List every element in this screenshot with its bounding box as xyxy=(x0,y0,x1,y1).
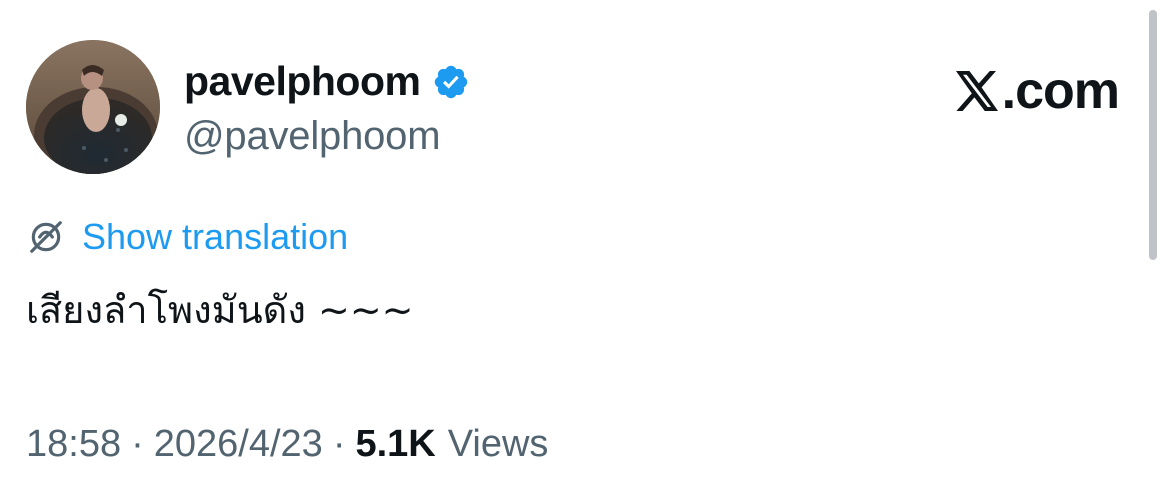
tweet-text: เสียงลำโพงมันดัง ~~~ xyxy=(26,288,414,332)
display-name[interactable]: pavelphoom xyxy=(184,56,421,106)
show-translation-link[interactable]: Show translation xyxy=(82,215,348,259)
views-label[interactable]: Views xyxy=(448,420,549,468)
profile-photo xyxy=(26,40,160,174)
show-translation[interactable]: Show translation xyxy=(26,215,348,259)
tweet-time[interactable]: 18:58 xyxy=(26,420,121,468)
x-brand: .com xyxy=(952,60,1120,122)
tweet-date[interactable]: 2026/4/23 xyxy=(154,420,323,468)
author-handle[interactable]: @pavelphoom xyxy=(184,112,441,160)
brand-domain: .com xyxy=(1001,62,1120,120)
x-logo-icon xyxy=(952,67,1000,115)
globe-icon xyxy=(26,217,66,257)
avatar[interactable] xyxy=(26,40,160,174)
views-count[interactable]: 5.1K xyxy=(355,420,435,468)
meta-separator: · xyxy=(131,423,144,465)
meta-separator: · xyxy=(332,423,346,465)
tweet-meta: 18:58 · 2026/4/23 · 5.1K Views xyxy=(26,420,548,468)
verified-badge-icon xyxy=(432,63,470,101)
scrollbar[interactable] xyxy=(1149,10,1157,260)
author-name-row: pavelphoom xyxy=(184,56,470,106)
